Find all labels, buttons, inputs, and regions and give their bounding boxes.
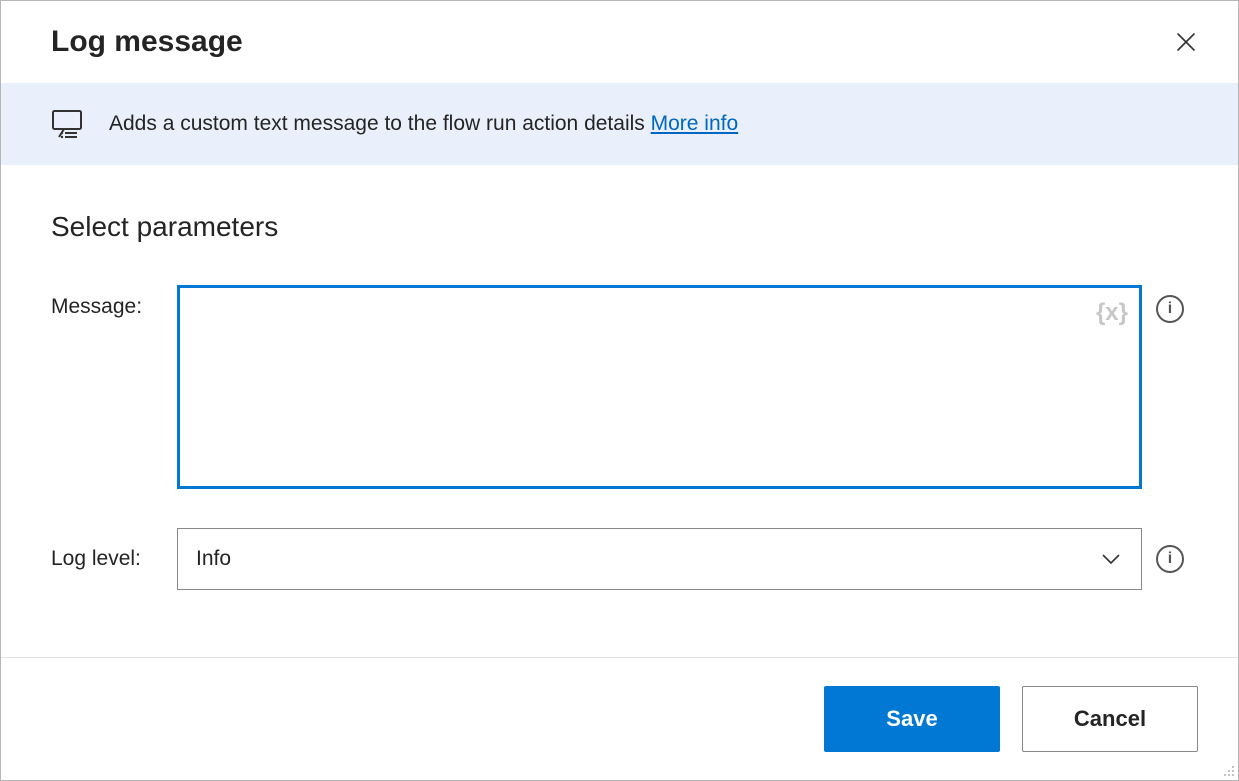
log-level-value: Info <box>196 547 231 571</box>
log-action-icon <box>51 107 85 141</box>
cancel-button[interactable]: Cancel <box>1022 686 1198 752</box>
dialog-header: Log message <box>1 1 1238 83</box>
close-button[interactable] <box>1170 26 1202 58</box>
log-level-info-icon[interactable]: i <box>1156 545 1184 573</box>
log-level-label: Log level: <box>51 547 171 571</box>
resize-grip[interactable] <box>1220 762 1234 776</box>
message-label: Message: <box>51 285 171 319</box>
dialog-footer: Save Cancel <box>1 657 1238 780</box>
message-input-wrap: {x} <box>177 285 1142 494</box>
info-banner: Adds a custom text message to the flow r… <box>1 83 1238 165</box>
banner-description: Adds a custom text message to the flow r… <box>109 112 651 135</box>
log-message-dialog: Log message Adds a custom text message t… <box>0 0 1239 781</box>
section-title: Select parameters <box>51 211 1188 243</box>
banner-text: Adds a custom text message to the flow r… <box>109 109 738 138</box>
message-input[interactable] <box>177 285 1142 489</box>
param-row-message: Message: {x} i <box>51 285 1188 494</box>
log-level-select[interactable]: Info <box>177 528 1142 590</box>
chevron-down-icon <box>1099 547 1123 571</box>
dialog-title: Log message <box>51 25 243 59</box>
message-info-icon[interactable]: i <box>1156 295 1184 323</box>
param-row-log-level: Log level: Info i <box>51 528 1188 590</box>
insert-variable-button[interactable]: {x} <box>1096 299 1128 327</box>
dialog-body: Select parameters Message: {x} i Log lev… <box>1 165 1238 657</box>
more-info-link[interactable]: More info <box>651 112 739 135</box>
save-button[interactable]: Save <box>824 686 1000 752</box>
close-icon <box>1176 32 1196 52</box>
